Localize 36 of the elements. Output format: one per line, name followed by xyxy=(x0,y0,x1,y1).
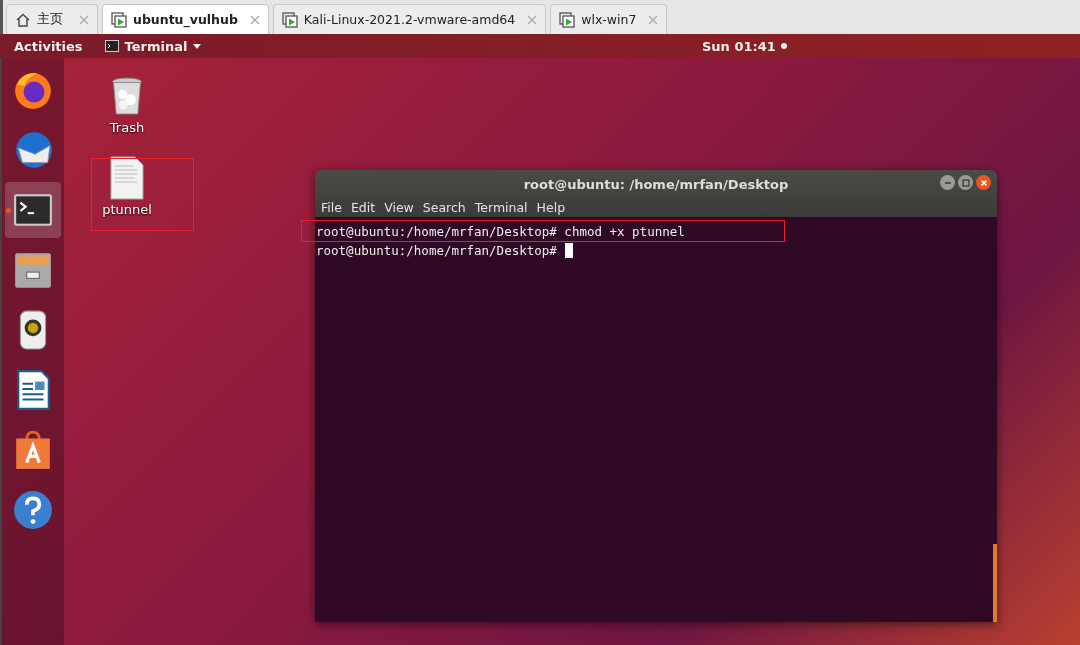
menu-item[interactable]: Search xyxy=(422,200,466,215)
minimize-button[interactable] xyxy=(940,175,955,190)
shell-prompt: root@ubuntu:/home/mrfan/Desktop# xyxy=(316,243,557,258)
command-text: chmod +x ptunnel xyxy=(563,224,685,239)
home-icon xyxy=(15,11,31,28)
help-icon xyxy=(12,489,54,531)
shell-prompt: root@ubuntu:/home/mrfan/Desktop# xyxy=(316,224,557,239)
tab[interactable]: 主页 xyxy=(6,4,98,34)
play-window-icon xyxy=(111,11,127,28)
terminal-icon xyxy=(104,40,119,52)
caret-icon xyxy=(193,43,202,49)
menu-item[interactable]: File xyxy=(321,200,342,215)
tab[interactable]: wlx-win7 xyxy=(550,4,668,34)
play-window-icon xyxy=(281,11,298,28)
activities-button[interactable]: Activities xyxy=(0,38,97,54)
close-button[interactable] xyxy=(976,175,991,190)
window-title: root@ubuntu: /home/mrfan/Desktop xyxy=(523,177,789,192)
menu-item[interactable]: Help xyxy=(536,200,566,215)
tab[interactable]: Kali-Linux-2021.2-vmware-amd64 xyxy=(272,4,547,34)
maximize-button[interactable] xyxy=(958,175,973,190)
dock-item[interactable] xyxy=(5,182,61,238)
play-window-icon xyxy=(559,11,576,28)
app-menu[interactable]: Terminal xyxy=(96,38,210,54)
menu-item[interactable]: Edit xyxy=(350,200,376,215)
close-icon xyxy=(978,177,989,188)
maximize-icon xyxy=(960,177,971,188)
desktop-icon[interactable]: ptunnel xyxy=(95,156,159,217)
desktop-icon[interactable]: Trash xyxy=(95,74,159,135)
menu-item[interactable]: View xyxy=(384,200,414,215)
trash-bin-icon xyxy=(109,74,145,118)
menu-item[interactable]: Terminal xyxy=(474,200,528,215)
scrollbar[interactable] xyxy=(993,544,997,622)
running-indicator xyxy=(6,208,11,213)
tab[interactable]: ubuntu_vulhub xyxy=(102,4,269,34)
clock[interactable]: Sun 01:41 xyxy=(702,38,787,54)
text-file-icon xyxy=(109,156,145,200)
